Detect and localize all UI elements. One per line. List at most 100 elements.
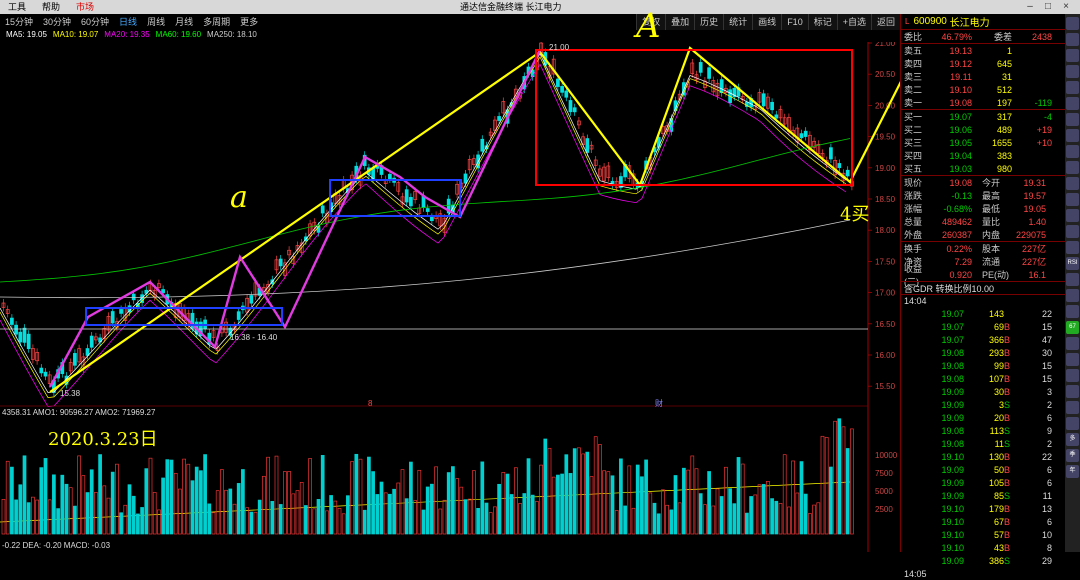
- tab-more[interactable]: 更多: [235, 14, 263, 30]
- back-button[interactable]: 返回: [870, 14, 900, 30]
- quote-label: 今开: [982, 178, 1001, 188]
- add-watchlist-button[interactable]: +自选: [836, 14, 871, 30]
- history-button[interactable]: 历史: [694, 14, 724, 30]
- range-label: 16.38 - 16.40: [230, 333, 278, 342]
- tool-icon-2[interactable]: [1066, 33, 1079, 46]
- kline-chart[interactable]: 21.00 20.50 20.00 19.50 19.00 18.50 18.00 17.50…: [0, 42, 900, 552]
- rsi-icon[interactable]: RSI: [1066, 257, 1079, 270]
- draw-button[interactable]: 画线: [752, 14, 782, 30]
- tick-count: 29: [1041, 555, 1052, 566]
- tool-icon-8[interactable]: [1066, 129, 1079, 142]
- tool-icon-nian[interactable]: 年: [1066, 465, 1079, 478]
- candle: [26, 333, 31, 349]
- stats-button[interactable]: 统计: [723, 14, 753, 30]
- volume-bar: [22, 455, 27, 535]
- tick-count: 10: [1041, 529, 1052, 540]
- tool-icon-13[interactable]: [1066, 209, 1079, 222]
- tool-icon-23[interactable]: [1066, 401, 1079, 414]
- tab-60min[interactable]: 60分钟: [76, 14, 114, 30]
- candle: [10, 317, 14, 325]
- tool-icon-20[interactable]: [1066, 353, 1079, 366]
- price-tick: 16.50: [875, 320, 896, 329]
- tick-row: 19.09 105 B 6: [901, 476, 1065, 489]
- tool-icon-16[interactable]: [1066, 273, 1079, 286]
- volume-bar: [463, 499, 468, 535]
- volume-bar: [316, 499, 321, 535]
- price-tick: 21.00: [875, 42, 896, 48]
- tick-price: 19.09: [941, 555, 964, 566]
- quote-label: 涨跌: [904, 191, 923, 201]
- menu-help[interactable]: 帮助: [34, 0, 68, 14]
- tab-multi[interactable]: 多周期: [198, 14, 235, 30]
- overlay-button[interactable]: 叠加: [665, 14, 695, 30]
- tool-icon-10[interactable]: [1066, 161, 1079, 174]
- tool-icon-duo[interactable]: 多: [1066, 433, 1079, 446]
- tool-icon-1[interactable]: [1066, 17, 1079, 30]
- tab-15min[interactable]: 15分钟: [0, 14, 38, 30]
- volume-bar: [383, 492, 388, 535]
- book-label: 卖五: [904, 46, 923, 56]
- volume-bar: [824, 437, 829, 535]
- menu-tools[interactable]: 工具: [0, 0, 34, 14]
- tab-30min[interactable]: 30分钟: [38, 14, 76, 30]
- menu-market[interactable]: 市场: [68, 0, 102, 14]
- tool-icon-9[interactable]: [1066, 145, 1079, 158]
- tool-icon-5[interactable]: [1066, 81, 1079, 94]
- tool-icon-18[interactable]: [1066, 305, 1079, 318]
- tab-daily[interactable]: 日线: [114, 14, 142, 30]
- close-icon[interactable]: ×: [1058, 1, 1074, 13]
- volume-bar: [682, 467, 686, 535]
- book-label: 买三: [904, 138, 923, 148]
- mark-button[interactable]: 标记: [807, 14, 837, 30]
- volume-bar: [1, 499, 6, 535]
- tool-icon-19[interactable]: [1066, 337, 1079, 350]
- tool-icon-21[interactable]: [1066, 369, 1079, 382]
- tool-icon-6[interactable]: [1066, 97, 1079, 110]
- tick-price: 19.10: [941, 516, 964, 527]
- f10-button[interactable]: F10: [781, 14, 808, 30]
- candle: [278, 258, 283, 267]
- window-title: 通达信金融终端 长江电力: [460, 2, 562, 12]
- tool-icon-ji[interactable]: 季: [1066, 449, 1079, 462]
- tool-icon-3[interactable]: [1066, 49, 1079, 62]
- book-volume: 645: [996, 58, 1012, 69]
- tool-icon-17[interactable]: [1066, 289, 1079, 302]
- maximize-icon[interactable]: □: [1040, 1, 1056, 13]
- tick-count: 15: [1041, 321, 1052, 332]
- tool-icon-12[interactable]: [1066, 193, 1079, 206]
- volume-bar: [278, 504, 283, 535]
- book-label: 卖一: [904, 98, 923, 108]
- book-volume: 383: [996, 150, 1012, 161]
- candle: [73, 353, 77, 366]
- tab-weekly[interactable]: 周线: [142, 14, 170, 30]
- tab-monthly[interactable]: 月线: [170, 14, 198, 30]
- volume-bar: [182, 458, 186, 535]
- volume-bar: [526, 458, 531, 535]
- tool-icon-15[interactable]: [1066, 241, 1079, 254]
- book-price: 19.03: [949, 163, 972, 174]
- tool-icon-14[interactable]: [1066, 225, 1079, 238]
- high-label: 21.00: [549, 43, 570, 52]
- tick-side: B: [1004, 360, 1011, 371]
- weibi-row: 委比 46.79% 委差 2438: [904, 31, 1052, 43]
- tool-icon-4[interactable]: [1066, 65, 1079, 78]
- tick-price: 19.09: [941, 399, 964, 410]
- quote2-list: 换手 0.22% 股本 227亿 净资 7.29 流通 227亿 收益(三) 0.920 PE(动)…: [901, 241, 1065, 287]
- book-volume: 31: [1001, 71, 1012, 82]
- tick-row: 19.08 11 S 2: [901, 437, 1065, 450]
- candle: [556, 78, 560, 87]
- volume-bar: [295, 490, 300, 535]
- badge-67[interactable]: 67: [1066, 321, 1079, 334]
- quote-label: 现价: [904, 178, 923, 188]
- title-bar: 工具 帮助 市场 通达信金融终端 长江电力 – □ ×: [0, 0, 1080, 14]
- tool-icon-11[interactable]: [1066, 177, 1079, 190]
- volume-bar: [627, 465, 632, 535]
- tool-icon-7[interactable]: [1066, 113, 1079, 126]
- tool-icon-24[interactable]: [1066, 417, 1079, 430]
- tick-price: 19.09: [941, 412, 964, 423]
- volume-bar: [207, 503, 212, 535]
- volume-bar: [438, 508, 443, 535]
- tick-price: 19.09: [941, 477, 964, 488]
- minimize-icon[interactable]: –: [1022, 1, 1038, 13]
- tool-icon-22[interactable]: [1066, 385, 1079, 398]
